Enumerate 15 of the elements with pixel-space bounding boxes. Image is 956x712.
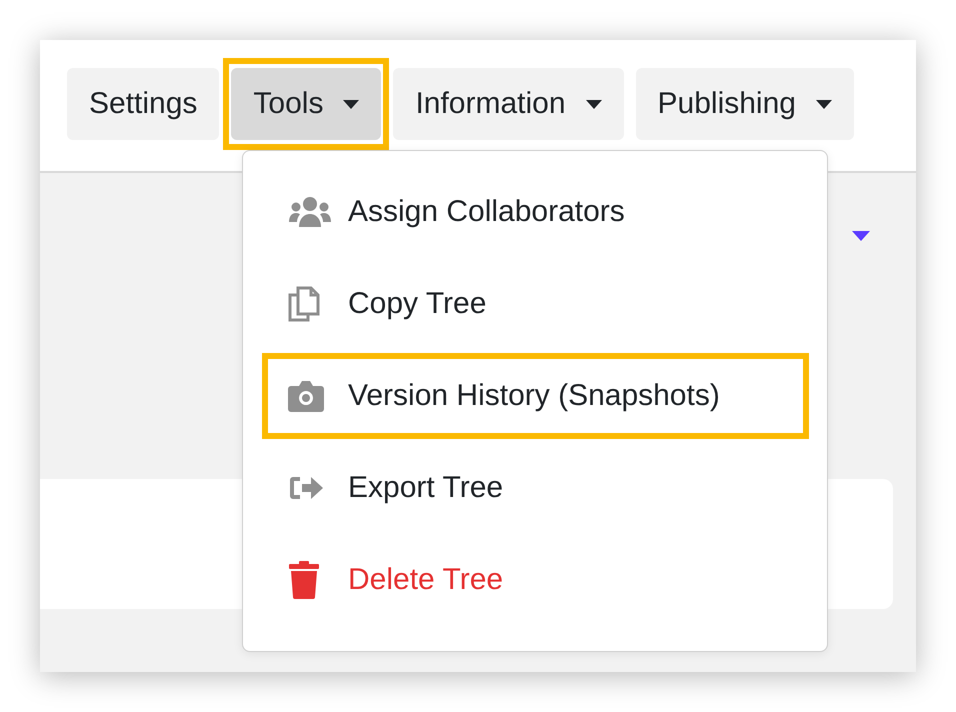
toolbar-button[interactable]: Information xyxy=(393,68,624,140)
trash-icon xyxy=(288,561,320,599)
caret-icon[interactable] xyxy=(852,231,870,241)
camera-icon xyxy=(288,380,324,412)
menu-item[interactable]: Delete Tree xyxy=(262,537,809,623)
users-icon xyxy=(288,196,332,228)
menu-item[interactable]: Copy Tree xyxy=(262,261,809,347)
toolbar-button[interactable]: Settings xyxy=(67,68,220,140)
export-icon xyxy=(288,474,324,502)
toolbar-button[interactable]: Tools xyxy=(231,68,382,140)
menu-item[interactable]: Export Tree xyxy=(262,445,809,531)
menu-item[interactable]: Assign Collaborators xyxy=(262,169,809,255)
copy-icon xyxy=(288,286,320,322)
menu-item[interactable]: Version History (Snapshots) xyxy=(262,353,809,439)
toolbar-button[interactable]: Publishing xyxy=(636,68,854,140)
